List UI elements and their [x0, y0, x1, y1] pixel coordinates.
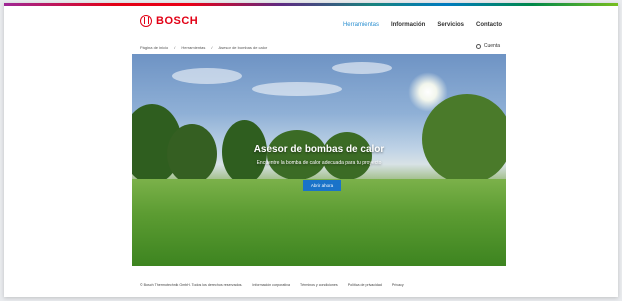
- tree-shape: [422, 94, 506, 184]
- breadcrumb: Página de inicio / Herramientas / Asesor…: [140, 45, 267, 50]
- account-label: Cuenta: [483, 43, 500, 49]
- breadcrumb-separator: /: [211, 45, 213, 50]
- nav-item-contacto[interactable]: Contacto: [476, 22, 502, 28]
- browser-page: BOSCH Herramientas Información Servicios…: [4, 3, 618, 297]
- nav-item-informacion[interactable]: Información: [391, 22, 425, 28]
- site-header: BOSCH Herramientas Información Servicios…: [4, 6, 618, 42]
- nav-item-herramientas[interactable]: Herramientas: [343, 22, 379, 28]
- site-footer: © Bosch Thermotechnik GmbH. Todos los de…: [140, 283, 404, 287]
- brand-name: BOSCH: [156, 15, 199, 27]
- footer-link-privacy[interactable]: Privacy: [392, 283, 404, 287]
- bosch-armature-icon: [140, 15, 152, 27]
- footer-link-privacy-policy[interactable]: Política de privacidad: [348, 283, 382, 287]
- footer-link-terms[interactable]: Términos y condiciones: [300, 283, 338, 287]
- footer-link-corporate[interactable]: Información corporativa: [252, 283, 290, 287]
- bosch-logo[interactable]: BOSCH: [140, 15, 198, 27]
- tree-shape: [322, 132, 372, 180]
- open-now-button[interactable]: Abrir ahora: [303, 180, 341, 191]
- cloud-shape: [332, 62, 392, 74]
- hero-subtitle: Encuentre la bomba de calor adecuada par…: [256, 160, 382, 166]
- user-icon: [475, 43, 481, 49]
- footer-copyright: © Bosch Thermotechnik GmbH. Todos los de…: [140, 283, 243, 287]
- breadcrumb-tools[interactable]: Herramientas: [181, 45, 205, 50]
- breadcrumb-home[interactable]: Página de inicio: [140, 45, 168, 50]
- breadcrumb-current: Asesor de bombas de calor: [218, 45, 268, 50]
- nav-item-servicios[interactable]: Servicios: [437, 22, 464, 28]
- main-nav: Herramientas Información Servicios Conta…: [343, 22, 502, 28]
- cloud-shape: [252, 82, 342, 96]
- hero-banner: Asesor de bombas de calor Encuentre la b…: [132, 54, 506, 266]
- cloud-shape: [172, 68, 242, 84]
- hero-title: Asesor de bombas de calor: [253, 144, 385, 155]
- tree-shape: [267, 130, 327, 180]
- breadcrumb-separator: /: [174, 45, 176, 50]
- grass-field: [132, 179, 506, 266]
- account-link[interactable]: Cuenta: [475, 43, 500, 49]
